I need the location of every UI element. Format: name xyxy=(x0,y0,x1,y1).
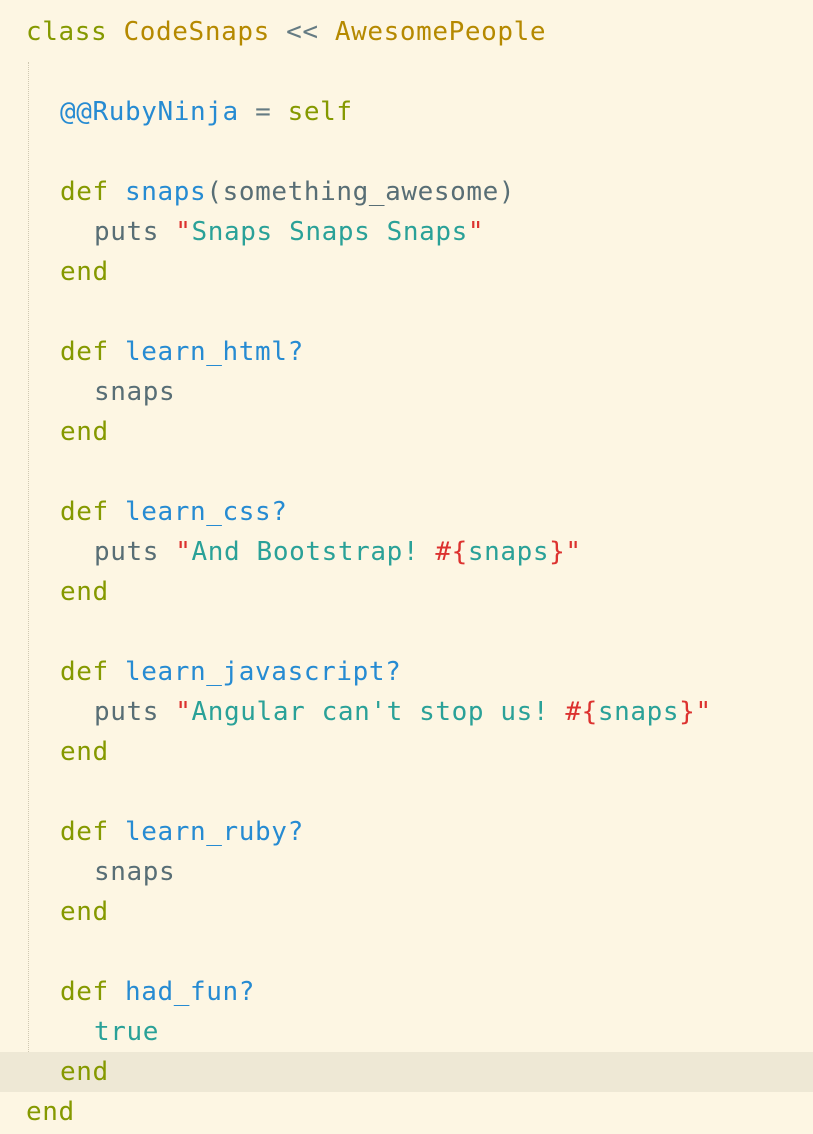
string-literal: Snaps Snaps Snaps xyxy=(191,217,468,247)
class-variable: @@RubyNinja xyxy=(60,97,239,127)
code-line-puts-learn-javascript: puts "Angular can't stop us! #{snaps}" xyxy=(0,692,712,732)
code-line-class-definition: class CodeSnaps << AwesomePeople xyxy=(0,12,546,52)
method-params: (something_awesome) xyxy=(206,177,516,207)
keyword-end: end xyxy=(60,897,109,927)
string-open-quote: " xyxy=(175,697,192,727)
keyword-def: def xyxy=(60,657,109,687)
code-line-def-learn-ruby: def learn_ruby? xyxy=(0,812,304,852)
method-name-learn-css: learn_css? xyxy=(125,497,288,527)
string-literal: And Bootstrap! xyxy=(191,537,436,567)
code-editor[interactable]: class CodeSnaps << AwesomePeople @@RubyN… xyxy=(0,0,813,1134)
keyword-def: def xyxy=(60,177,109,207)
current-line-highlight xyxy=(0,1052,813,1092)
code-line-end-current: end xyxy=(0,1052,109,1092)
interpolation-inner: snaps xyxy=(467,537,550,567)
code-line-end: end xyxy=(0,892,109,932)
interpolation-close: } xyxy=(549,537,566,567)
code-line-body-learn-html: snaps xyxy=(0,372,175,412)
code-line-def-snaps: def snaps(something_awesome) xyxy=(0,172,515,212)
method-name-had-fun: had_fun? xyxy=(125,977,256,1007)
code-line-puts-learn-css: puts "And Bootstrap! #{snaps}" xyxy=(0,532,582,572)
code-line-def-learn-css: def learn_css? xyxy=(0,492,288,532)
keyword-def: def xyxy=(60,337,109,367)
keyword-end-class: end xyxy=(26,1097,75,1127)
class-name: CodeSnaps xyxy=(123,17,270,47)
interpolation-open: #{ xyxy=(565,697,598,727)
keyword-end: end xyxy=(60,257,109,287)
method-name-learn-ruby: learn_ruby? xyxy=(125,817,304,847)
method-name-learn-html: learn_html? xyxy=(125,337,304,367)
string-open-quote: " xyxy=(175,217,192,247)
code-line-def-had-fun: def had_fun? xyxy=(0,972,255,1012)
keyword-def: def xyxy=(60,817,109,847)
code-line-end: end xyxy=(0,572,109,612)
code-line-class-variable: @@RubyNinja = self xyxy=(0,92,353,132)
code-line-puts-snaps: puts "Snaps Snaps Snaps" xyxy=(0,212,484,252)
code-line-end: end xyxy=(0,252,109,292)
code-line-def-learn-html: def learn_html? xyxy=(0,332,304,372)
string-close-quote: " xyxy=(467,217,485,247)
method-call-snaps: snaps xyxy=(94,857,176,887)
puts-call: puts xyxy=(94,697,160,727)
keyword-def: def xyxy=(60,497,109,527)
keyword-class: class xyxy=(26,17,108,47)
method-call-snaps: snaps xyxy=(94,377,176,407)
keyword-end: end xyxy=(60,737,109,767)
assign-operator: = xyxy=(255,97,272,127)
code-line-body-had-fun: true xyxy=(0,1012,159,1052)
inherit-operator: << xyxy=(286,17,319,47)
string-close-quote: " xyxy=(565,537,582,567)
string-literal: Angular can't stop us! xyxy=(191,697,566,727)
string-close-quote: " xyxy=(695,697,712,727)
code-line-body-learn-ruby: snaps xyxy=(0,852,175,892)
code-line-class-end: end xyxy=(0,1092,75,1132)
method-name-learn-javascript: learn_javascript? xyxy=(125,657,402,687)
interpolation-open: #{ xyxy=(435,537,468,567)
string-open-quote: " xyxy=(175,537,192,567)
puts-call: puts xyxy=(94,537,160,567)
parent-class-name: AwesomePeople xyxy=(334,17,547,47)
method-name-snaps: snaps xyxy=(125,177,207,207)
code-line-end: end xyxy=(0,732,109,772)
keyword-end: end xyxy=(60,577,109,607)
code-line-def-learn-javascript: def learn_javascript? xyxy=(0,652,401,692)
keyword-end: end xyxy=(60,417,109,447)
keyword-self: self xyxy=(287,97,353,127)
boolean-true: true xyxy=(94,1017,160,1047)
code-line-end: end xyxy=(0,412,109,452)
interpolation-close: } xyxy=(679,697,696,727)
interpolation-inner: snaps xyxy=(597,697,680,727)
puts-call: puts xyxy=(94,217,160,247)
keyword-end: end xyxy=(60,1057,109,1087)
keyword-def: def xyxy=(60,977,109,1007)
